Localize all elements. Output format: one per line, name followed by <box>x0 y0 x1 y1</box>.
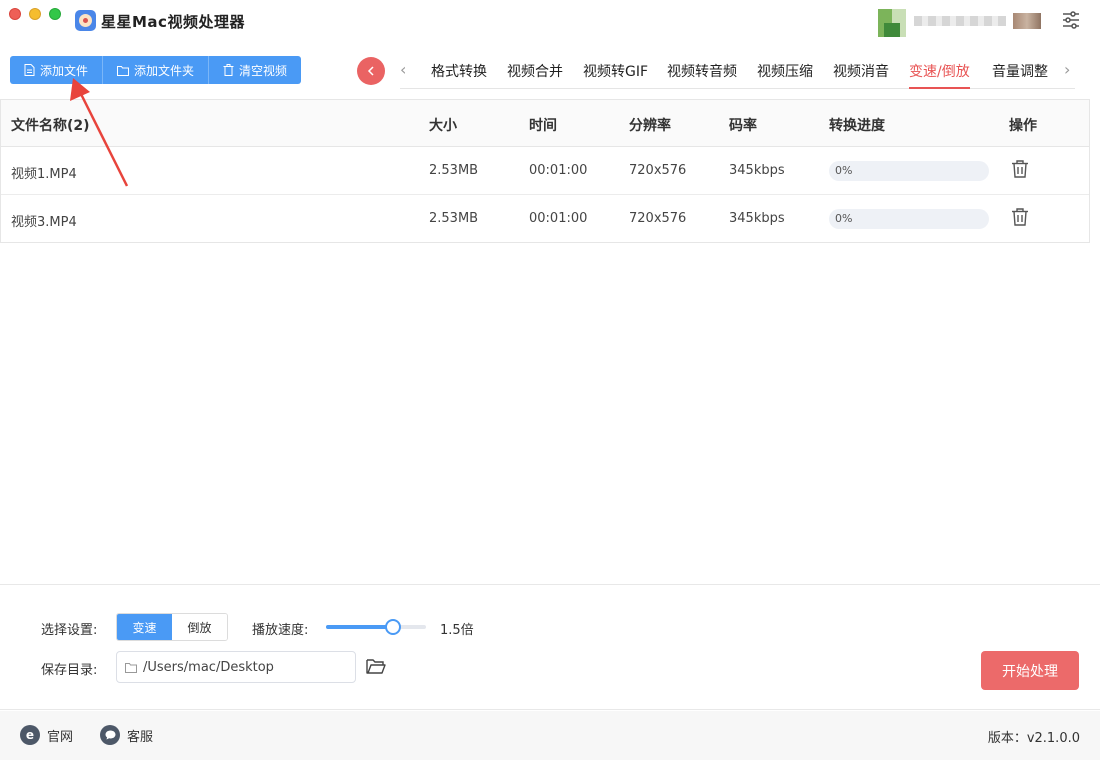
cell-size: 2.53MB <box>429 211 479 226</box>
support-link[interactable]: 客服 <box>100 725 153 745</box>
cell-resolution: 720x576 <box>629 211 687 226</box>
mode-segmented-control: 变速 倒放 <box>116 613 228 641</box>
cell-size: 2.53MB <box>429 163 479 178</box>
support-label: 客服 <box>127 729 154 745</box>
cell-bitrate: 345kbps <box>729 211 785 226</box>
tab-speed-reverse[interactable]: 变速/倒放 <box>909 61 970 89</box>
add-folder-button[interactable]: 添加文件夹 <box>103 56 210 84</box>
app-title: 星星Mac视频处理器 <box>101 13 245 31</box>
tab-video-compress[interactable]: 视频压缩 <box>757 61 813 89</box>
cell-bitrate: 345kbps <box>729 163 785 178</box>
add-file-label: 添加文件 <box>40 63 89 78</box>
tabs-scroll-left-icon[interactable]: ‹ <box>400 60 406 79</box>
tab-video-merge[interactable]: 视频合并 <box>507 61 563 89</box>
tab-volume-adjust[interactable]: 音量调整 <box>992 61 1048 89</box>
footer: e 官网 客服 版本：v2.1.0.0 <box>0 711 1100 760</box>
table-row[interactable]: 视频1.MP4 2.53MB 00:01:00 720x576 345kbps … <box>1 147 1089 195</box>
cell-time: 00:01:00 <box>529 211 588 226</box>
save-dir-label: 保存目录: <box>41 663 98 678</box>
close-window-button[interactable] <box>9 8 21 20</box>
collapse-back-button[interactable] <box>357 57 385 85</box>
cell-file-name: 视频3.MP4 <box>11 215 77 230</box>
title-bar: 星星Mac视频处理器 <box>0 0 1100 42</box>
tabs-scroll-right-icon[interactable]: › <box>1064 60 1070 79</box>
folder-icon <box>117 65 130 76</box>
file-button-group: 添加文件 添加文件夹 清空视频 <box>10 56 302 84</box>
browser-e-icon: e <box>20 725 40 745</box>
tab-video-mute[interactable]: 视频消音 <box>833 61 889 89</box>
table-row[interactable]: 视频3.MP4 2.53MB 00:01:00 720x576 345kbps … <box>1 195 1089 243</box>
add-file-button[interactable]: 添加文件 <box>10 56 104 84</box>
delete-trash-icon[interactable] <box>1010 207 1030 227</box>
website-link[interactable]: e 官网 <box>20 725 73 745</box>
header-action: 操作 <box>1009 118 1037 134</box>
user-badge-redacted <box>1013 13 1041 29</box>
cell-resolution: 720x576 <box>629 163 687 178</box>
settings-panel: 选择设置: 变速 倒放 播放速度: 1.5倍 保存目录: /Users/mac/… <box>0 584 1100 710</box>
header-time: 时间 <box>529 118 557 134</box>
folder-icon <box>125 662 137 673</box>
add-folder-label: 添加文件夹 <box>134 63 195 78</box>
tab-format-convert[interactable]: 格式转换 <box>431 61 487 89</box>
header-size: 大小 <box>429 118 457 134</box>
table-header: 文件名称(2) 大小 时间 分辨率 码率 转换进度 操作 <box>1 100 1089 147</box>
user-name-redacted <box>914 16 1006 26</box>
header-progress: 转换进度 <box>829 118 885 134</box>
user-avatar[interactable] <box>878 9 906 37</box>
progress-text: 0% <box>835 164 853 177</box>
file-table: 文件名称(2) 大小 时间 分辨率 码率 转换进度 操作 视频1.MP4 2.5… <box>0 99 1090 243</box>
minimize-window-button[interactable] <box>29 8 41 20</box>
speed-slider[interactable] <box>326 619 426 635</box>
trash-icon <box>223 64 234 76</box>
clear-videos-label: 清空视频 <box>239 63 288 78</box>
browse-folder-icon[interactable] <box>366 657 386 675</box>
speed-label: 播放速度: <box>252 623 309 638</box>
file-icon <box>24 64 35 76</box>
save-path-value: /Users/mac/Desktop <box>143 659 274 675</box>
version-text: 版本：v2.1.0.0 <box>987 731 1080 746</box>
delete-trash-icon[interactable] <box>1010 159 1030 179</box>
clear-videos-button[interactable]: 清空视频 <box>209 56 302 84</box>
cell-file-name: 视频1.MP4 <box>11 167 77 182</box>
speed-slider-handle[interactable] <box>385 619 401 635</box>
header-resolution: 分辨率 <box>629 118 671 134</box>
chat-bubble-icon <box>100 725 120 745</box>
chevron-left-icon <box>367 66 374 76</box>
function-tabs: 格式转换 视频合并 视频转GIF 视频转音频 视频压缩 视频消音 变速/倒放 音… <box>400 53 1075 89</box>
tab-video-to-audio[interactable]: 视频转音频 <box>667 61 737 89</box>
file-list-empty-area[interactable] <box>0 243 1090 576</box>
settings-sliders-icon[interactable] <box>1062 11 1080 29</box>
app-logo-icon <box>75 10 96 31</box>
mode-label: 选择设置: <box>41 623 98 638</box>
speed-slider-fill <box>326 625 393 629</box>
conversion-progress-bar: 0% <box>829 161 989 181</box>
conversion-progress-bar: 0% <box>829 209 989 229</box>
tab-video-to-gif[interactable]: 视频转GIF <box>583 61 648 89</box>
zoom-window-button[interactable] <box>49 8 61 20</box>
website-label: 官网 <box>47 729 74 745</box>
progress-text: 0% <box>835 212 853 225</box>
mode-option-speed[interactable]: 变速 <box>117 614 172 640</box>
save-path-field[interactable]: /Users/mac/Desktop <box>116 651 356 683</box>
cell-time: 00:01:00 <box>529 163 588 178</box>
mode-option-reverse[interactable]: 倒放 <box>172 614 227 640</box>
start-processing-button[interactable]: 开始处理 <box>981 651 1079 690</box>
header-bitrate: 码率 <box>729 118 757 134</box>
speed-value: 1.5倍 <box>440 623 474 638</box>
header-file-name: 文件名称(2) <box>11 118 90 134</box>
